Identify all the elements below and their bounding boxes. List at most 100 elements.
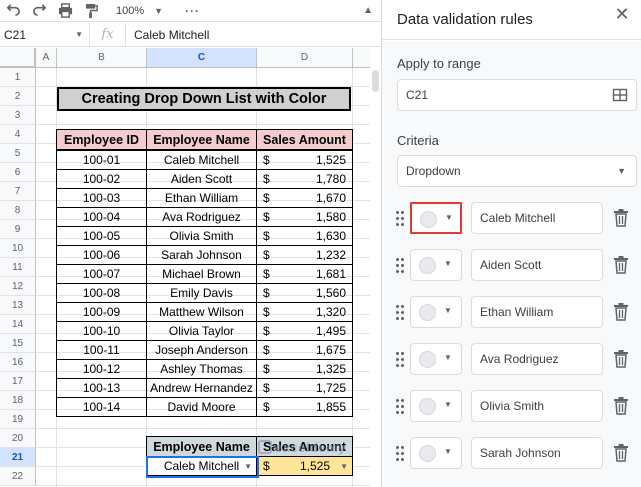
more-options-button[interactable]: ··· — [185, 4, 200, 18]
drag-handle-icon[interactable] — [396, 211, 404, 227]
employee-id-cell[interactable]: 100-07 — [56, 264, 147, 284]
collapse-icon[interactable]: ▲ — [363, 5, 373, 16]
lookup-header-sales[interactable]: Sales Amount — [256, 436, 353, 457]
sales-amount-cell[interactable]: $1,681 — [256, 264, 353, 284]
option-color-picker[interactable]: ▼ — [410, 202, 462, 234]
option-color-picker[interactable]: ▼ — [410, 249, 462, 281]
row-header-6[interactable]: 6 — [0, 163, 36, 182]
undo-button[interactable] — [0, 1, 26, 21]
row-header-4[interactable]: 4 — [0, 125, 36, 144]
employee-id-cell[interactable]: 100-05 — [56, 226, 147, 246]
zoom-select[interactable]: 100% ▼ — [116, 5, 163, 17]
option-value-input[interactable]: Olivia Smith — [471, 390, 603, 422]
sales-amount-cell[interactable]: $1,780 — [256, 169, 353, 189]
column-header-d[interactable]: D — [257, 48, 353, 68]
row-header-1[interactable]: 1 — [0, 68, 36, 87]
employee-name-cell[interactable]: Sarah Johnson — [146, 245, 257, 265]
employee-id-cell[interactable]: 100-06 — [56, 245, 147, 265]
grid-select-icon[interactable] — [612, 87, 628, 103]
sales-amount-cell[interactable]: $1,580 — [256, 207, 353, 227]
drag-handle-icon[interactable] — [396, 258, 404, 274]
drag-handle-icon[interactable] — [396, 305, 404, 321]
row-header-11[interactable]: 11 — [0, 258, 36, 277]
row-header-22[interactable]: 22 — [0, 467, 36, 486]
name-box[interactable]: C21 ▼ — [0, 22, 90, 47]
trash-icon[interactable] — [613, 209, 629, 227]
option-value-input[interactable]: Caleb Mitchell — [471, 202, 603, 234]
close-icon[interactable]: ✕ — [611, 4, 633, 25]
employee-name-cell[interactable]: Olivia Smith — [146, 226, 257, 246]
employee-name-cell[interactable]: Ashley Thomas — [146, 359, 257, 379]
sales-amount-cell[interactable]: $1,725 — [256, 378, 353, 398]
employee-id-cell[interactable]: 100-03 — [56, 188, 147, 208]
row-header-5[interactable]: 5 — [0, 144, 36, 163]
lookup-header-name[interactable]: Employee Name — [146, 436, 257, 457]
employee-name-cell[interactable]: Aiden Scott — [146, 169, 257, 189]
employee-name-cell[interactable]: Ethan William — [146, 188, 257, 208]
employee-name-cell[interactable]: Andrew Hernandez — [146, 378, 257, 398]
row-header-13[interactable]: 13 — [0, 296, 36, 315]
sales-amount-cell[interactable]: $1,855 — [256, 397, 353, 417]
row-header-18[interactable]: 18 — [0, 391, 36, 410]
print-button[interactable] — [52, 1, 78, 21]
employee-id-cell[interactable]: 100-13 — [56, 378, 147, 398]
lookup-name-dropdown[interactable]: Caleb Mitchell ▼ — [146, 456, 257, 476]
employee-id-cell[interactable]: 100-04 — [56, 207, 147, 227]
option-value-input[interactable]: Aiden Scott — [471, 249, 603, 281]
scrollbar-thumb[interactable] — [372, 70, 379, 92]
redo-button[interactable] — [26, 1, 52, 21]
employee-name-cell[interactable]: Emily Davis — [146, 283, 257, 303]
employee-id-cell[interactable]: 100-01 — [56, 150, 147, 170]
header-employee-id[interactable]: Employee ID — [56, 129, 147, 150]
employee-id-cell[interactable]: 100-08 — [56, 283, 147, 303]
employee-name-cell[interactable]: David Moore — [146, 397, 257, 417]
employee-name-cell[interactable]: Ava Rodriguez — [146, 207, 257, 227]
row-header-8[interactable]: 8 — [0, 201, 36, 220]
trash-icon[interactable] — [613, 350, 629, 368]
sales-amount-cell[interactable]: $1,525 — [256, 150, 353, 170]
option-color-picker[interactable]: ▼ — [410, 296, 462, 328]
sales-amount-cell[interactable]: $1,675 — [256, 340, 353, 360]
option-value-input[interactable]: Ethan William — [471, 296, 603, 328]
employee-id-cell[interactable]: 100-09 — [56, 302, 147, 322]
header-employee-name[interactable]: Employee Name — [146, 129, 257, 150]
drag-handle-icon[interactable] — [396, 446, 404, 462]
employee-id-cell[interactable]: 100-02 — [56, 169, 147, 189]
trash-icon[interactable] — [613, 256, 629, 274]
option-color-picker[interactable]: ▼ — [410, 437, 462, 469]
vertical-scrollbar[interactable] — [370, 68, 381, 487]
formula-input[interactable]: Caleb Mitchell — [126, 28, 209, 42]
sheet-title[interactable]: Creating Drop Down List with Color — [57, 87, 351, 111]
row-header-16[interactable]: 16 — [0, 353, 36, 372]
employee-id-cell[interactable]: 100-10 — [56, 321, 147, 341]
row-header-14[interactable]: 14 — [0, 315, 36, 334]
trash-icon[interactable] — [613, 444, 629, 462]
column-header-b[interactable]: B — [57, 48, 147, 68]
employee-id-cell[interactable]: 100-11 — [56, 340, 147, 360]
employee-name-cell[interactable]: Joseph Anderson — [146, 340, 257, 360]
drag-handle-icon[interactable] — [396, 352, 404, 368]
row-header-3[interactable]: 3 — [0, 106, 36, 125]
sales-amount-cell[interactable]: $1,670 — [256, 188, 353, 208]
option-value-input[interactable]: Sarah Johnson — [471, 437, 603, 469]
column-header-c[interactable]: C — [147, 48, 257, 68]
employee-name-cell[interactable]: Caleb Mitchell — [146, 150, 257, 170]
lookup-sales-value-cell[interactable]: $ 1,525 ▼ — [256, 456, 353, 476]
employee-name-cell[interactable]: Matthew Wilson — [146, 302, 257, 322]
paint-format-button[interactable] — [78, 1, 104, 21]
header-sales-amount[interactable]: Sales Amount — [256, 129, 353, 150]
criteria-select[interactable]: Dropdown ▼ — [397, 155, 637, 187]
employee-id-cell[interactable]: 100-12 — [56, 359, 147, 379]
row-header-21[interactable]: 21 — [0, 448, 36, 467]
row-header-12[interactable]: 12 — [0, 277, 36, 296]
column-header-e[interactable] — [353, 48, 370, 68]
sales-amount-cell[interactable]: $1,630 — [256, 226, 353, 246]
employee-name-cell[interactable]: Michael Brown — [146, 264, 257, 284]
row-header-10[interactable]: 10 — [0, 239, 36, 258]
sales-amount-cell[interactable]: $1,325 — [256, 359, 353, 379]
sales-amount-cell[interactable]: $1,232 — [256, 245, 353, 265]
sales-amount-cell[interactable]: $1,560 — [256, 283, 353, 303]
row-header-20[interactable]: 20 — [0, 429, 36, 448]
option-color-picker[interactable]: ▼ — [410, 343, 462, 375]
row-header-2[interactable]: 2 — [0, 87, 36, 106]
